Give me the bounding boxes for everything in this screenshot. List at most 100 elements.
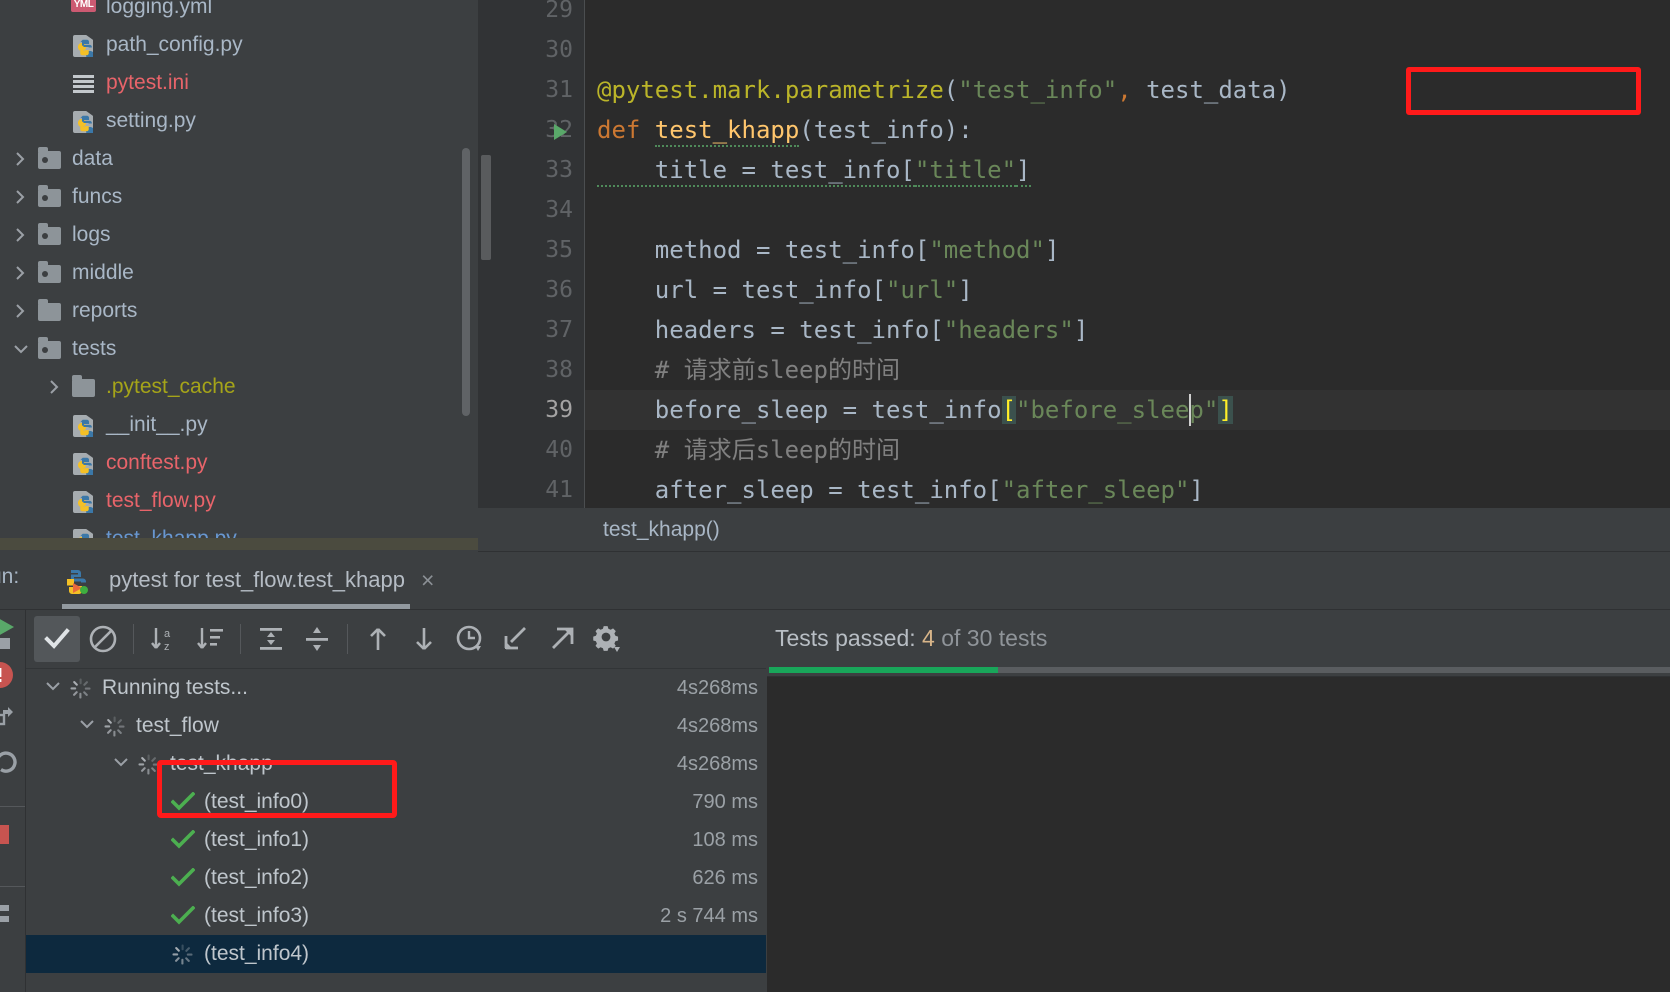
editor-line[interactable]: after_sleep = test_info["after_sleep"] [585,470,1670,510]
sort-by-duration-icon[interactable] [187,616,233,662]
test-tree-row[interactable]: test_khapp 4s268ms [26,745,766,783]
chevron-right-icon[interactable] [8,264,34,282]
editor-line[interactable] [585,190,1670,230]
sort-alphabetically-icon[interactable]: az [141,616,187,662]
test-tree-row[interactable]: (test_info2) 626 ms [26,859,766,897]
editor-line[interactable] [585,30,1670,70]
test-progress-bar [769,667,1670,673]
project-tree-item[interactable]: conftest.py [0,444,478,482]
project-tree-item-label: middle [72,261,134,284]
settings-icon[interactable] [585,616,631,662]
project-tree-item[interactable]: path_config.py [0,26,478,64]
editor-line[interactable]: def test_khapp(test_info): [585,110,1670,150]
rerun-icon[interactable] [0,616,26,657]
rail-divider-2 [0,886,26,887]
run-tab-title: pytest for test_flow.test_khapp [109,567,405,592]
test-tree-row[interactable]: (test_info0) 790 ms [26,783,766,821]
tree-clipped-row [0,538,478,550]
project-tree-item[interactable]: test_flow.py [0,482,478,520]
test-tree-row-label: (test_info4) [204,942,310,965]
project-tree-item[interactable]: reports [0,292,478,330]
test-tree-row[interactable]: (test_info3) 2 s 744 ms [26,897,766,935]
export-tests-icon[interactable] [539,616,585,662]
test-results-toolbar[interactable]: az [26,610,766,668]
run-configuration-tab[interactable]: pytest for test_flow.test_khapp × [55,558,434,602]
close-icon[interactable]: × [421,567,434,594]
expand-all-icon[interactable] [248,616,294,662]
test-duration: 2 s 744 ms [660,904,758,927]
breadcrumb[interactable]: test_khapp() [478,508,1670,552]
project-tree-item[interactable]: data [0,140,478,178]
next-failed-test-icon[interactable] [401,616,447,662]
code-token: [ [1001,396,1017,424]
chevron-right-icon[interactable] [8,150,34,168]
code-token: title = test_info[ [597,156,915,187]
editor-gutter[interactable]: 29 30 31 32 33 34 35 36 37 38 39 40 41 [498,0,585,508]
editor-code-area[interactable]: @pytest.mark.parametrize("test_info", te… [585,0,1670,508]
test-results-tree[interactable]: Running tests... 4s268ms test_flow 4s268ms t… [26,669,766,992]
test-running-icon [100,712,130,740]
chevron-right-icon[interactable] [42,378,68,396]
editor-line[interactable]: url = test_info["url"] [585,270,1670,310]
editor-line[interactable]: title = test_info["title"] [585,150,1670,190]
chevron-down-icon[interactable] [8,342,34,356]
hide-passed-icon[interactable] [80,616,126,662]
code-token: "test_info" [958,76,1118,104]
test-tree-row[interactable]: test_flow 4s268ms [26,707,766,745]
rerun-failed-tests-icon[interactable] [34,616,80,662]
editor-line[interactable]: before_sleep = test_info["before_sleep"] [585,390,1670,430]
project-tree-panel[interactable]: YML logging.yml path_config.py pytest.ini se… [0,0,478,548]
project-tree-item[interactable]: logs [0,216,478,254]
stop-error-icon[interactable] [0,662,20,697]
chevron-right-icon[interactable] [8,302,34,320]
run-test-gutter-icon[interactable] [554,124,567,140]
code-token: "url" [885,276,959,304]
project-tree-scrollbar[interactable] [462,148,470,416]
code-token: "method" [929,236,1045,264]
code-token: url = test_info[ [597,276,886,304]
project-tree-item[interactable]: pytest.ini [0,64,478,102]
test-passed-icon [168,902,198,930]
editor-line[interactable]: @pytest.mark.parametrize("test_info", te… [585,70,1670,110]
project-tree-item[interactable]: __init__.py [0,406,478,444]
test-duration: 4s268ms [676,752,758,775]
project-tree-item[interactable]: tests [0,330,478,368]
pytest-config-icon [61,567,91,594]
test-tree-row[interactable]: (test_info1) 108 ms [26,821,766,859]
test-duration: 626 ms [692,866,758,889]
stop-icon[interactable] [0,822,20,853]
editor-scrollbar-thumb[interactable] [481,155,491,260]
editor-line[interactable]: # 请求前sleep的时间 [585,350,1670,390]
project-tree-item[interactable]: .pytest_cache [0,368,478,406]
chevron-down-icon[interactable] [40,679,66,697]
folder-icon [68,374,98,400]
previous-failed-test-icon[interactable] [355,616,401,662]
editor-line[interactable]: headers = test_info["headers"] [585,310,1670,350]
test-console-output[interactable] [767,677,1670,992]
more-options-icon[interactable] [0,902,21,937]
chevron-right-icon[interactable] [8,188,34,206]
test-history-icon[interactable] [447,616,493,662]
chevron-right-icon[interactable] [8,226,34,244]
run-side-toolbar[interactable] [0,610,26,992]
code-token: "after_sleep" [1001,476,1190,504]
editor-line[interactable]: # 请求后sleep的时间 [585,430,1670,470]
editor-line-number: 41 [545,477,573,503]
test-tree-row[interactable]: Running tests... 4s268ms [26,669,766,707]
project-tree-item[interactable]: funcs [0,178,478,216]
folder-source-icon [34,336,64,362]
chevron-down-icon[interactable] [108,755,134,773]
test-tree-row[interactable]: (test_info4) [26,935,766,973]
toggle-auto-test-icon[interactable] [0,706,20,739]
collapse-all-icon[interactable] [294,616,340,662]
restart-icon[interactable] [0,748,19,781]
editor-line[interactable] [585,0,1670,30]
project-tree-item[interactable]: YML logging.yml [0,0,478,26]
editor-line[interactable]: method = test_info["method"] [585,230,1670,270]
project-tree-item[interactable]: middle [0,254,478,292]
project-tree-item[interactable]: setting.py [0,102,478,140]
code-editor[interactable]: 29 30 31 32 33 34 35 36 37 38 39 40 41 @pytest.mark.… [478,0,1670,508]
chevron-down-icon[interactable] [74,717,100,735]
import-tests-icon[interactable] [493,616,539,662]
summary-suffix: of 30 tests [934,625,1048,651]
